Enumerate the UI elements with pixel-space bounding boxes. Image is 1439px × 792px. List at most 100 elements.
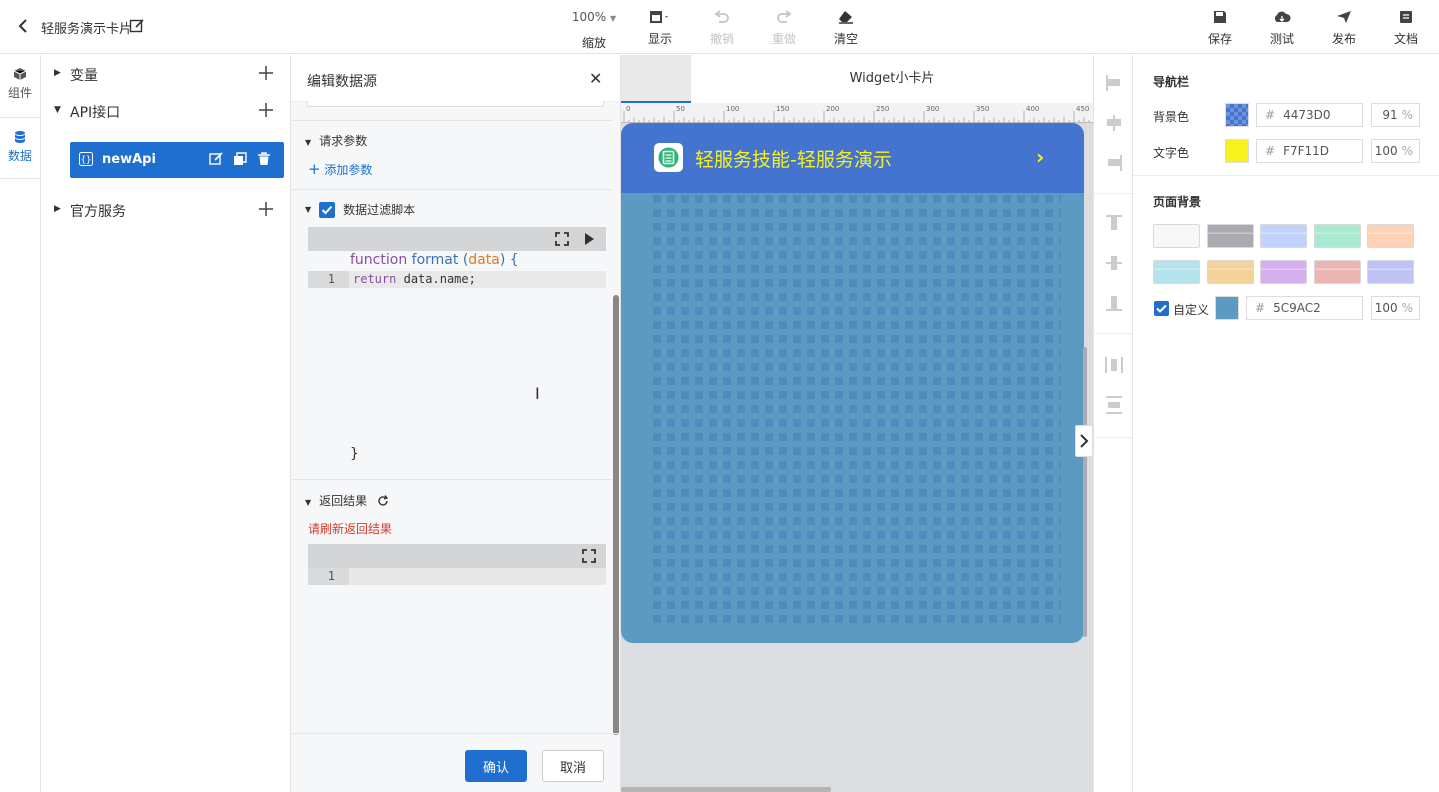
pattern-cell — [1003, 419, 1011, 427]
pattern-cell — [695, 251, 703, 259]
add-variable-icon[interactable] — [257, 62, 275, 84]
bg-swatch[interactable] — [1260, 224, 1307, 248]
fullscreen-icon[interactable] — [555, 232, 569, 250]
zoom-control[interactable]: 100% ▼ 缩放 — [566, 10, 622, 51]
card-navbar[interactable]: 轻服务技能-轻服务演示 › — [621, 123, 1084, 193]
rail-components[interactable]: 组件 — [0, 55, 40, 117]
bg-color-swatch[interactable] — [1225, 103, 1249, 127]
bg-swatch[interactable] — [1313, 260, 1361, 284]
bg-swatch[interactable] — [1367, 224, 1414, 248]
align-top-icon[interactable] — [1104, 213, 1124, 233]
section-request-params[interactable]: ▼ 请求参数 — [305, 132, 367, 149]
docs-button[interactable]: 文档 — [1376, 8, 1436, 47]
tree-variables[interactable]: ▶ 变量 — [41, 62, 290, 86]
code-editor[interactable]: function format (data) { 1 return data.n… — [308, 251, 606, 473]
pattern-cell — [891, 349, 899, 357]
rail-data[interactable]: 数据 — [0, 117, 40, 179]
copy-icon[interactable] — [233, 152, 247, 170]
pattern-cell — [975, 223, 983, 231]
text-opacity-input[interactable]: 100% — [1371, 139, 1420, 163]
run-icon[interactable] — [583, 232, 595, 250]
pattern-cell — [667, 293, 675, 301]
bg-swatch[interactable] — [1153, 260, 1200, 284]
pattern-cell — [1031, 195, 1039, 203]
redo-button[interactable]: 重做 — [754, 8, 814, 47]
pattern-cell — [1045, 209, 1053, 217]
filter-script-checkbox[interactable] — [319, 201, 336, 218]
bg-hex-input[interactable]: #4473D0 — [1256, 103, 1363, 127]
bg-swatch[interactable] — [1367, 260, 1414, 284]
trash-icon[interactable] — [257, 152, 271, 170]
test-button[interactable]: 测试 — [1252, 8, 1312, 47]
align-middle-icon[interactable] — [1104, 253, 1124, 273]
pattern-cell — [821, 545, 829, 553]
save-button[interactable]: 保存 — [1190, 8, 1250, 47]
pattern-cell — [723, 279, 731, 287]
pattern-cell — [779, 293, 787, 301]
bg-swatch[interactable] — [1153, 224, 1200, 248]
pattern-cell — [821, 391, 829, 399]
close-icon[interactable]: ✕ — [589, 69, 602, 88]
custom-hex-input[interactable]: #5C9AC2 — [1246, 296, 1363, 320]
refresh-icon[interactable] — [377, 495, 389, 510]
pattern-cell — [863, 517, 871, 525]
pattern-cell — [905, 321, 913, 329]
display-button[interactable]: 显示 — [630, 8, 690, 47]
distribute-v-icon[interactable] — [1104, 395, 1124, 415]
confirm-button[interactable]: 确认 — [465, 750, 527, 782]
bg-opacity-input[interactable]: 91% — [1371, 103, 1420, 127]
tree-api[interactable]: ▼ API接口 — [41, 99, 290, 123]
collapse-panel-button[interactable] — [1075, 425, 1093, 457]
fullscreen-icon[interactable] — [582, 549, 596, 567]
tab-widget-card[interactable]: Widget小卡片 — [691, 55, 1093, 103]
align-right-icon[interactable] — [1104, 153, 1124, 173]
align-center-h-icon[interactable] — [1104, 113, 1124, 133]
add-service-icon[interactable] — [257, 198, 275, 220]
widget-card[interactable]: 轻服务技能-轻服务演示 › — [621, 123, 1084, 643]
text-hex-input[interactable]: # F7F11D — [1256, 139, 1363, 163]
api-item-newapi[interactable]: {} newApi — [70, 142, 284, 178]
edit-title-icon[interactable] — [129, 18, 145, 34]
pattern-cell — [695, 545, 703, 553]
canvas-hscrollbar[interactable] — [621, 787, 831, 792]
text-color-swatch[interactable] — [1225, 139, 1249, 163]
back-arrow-icon[interactable] — [16, 17, 32, 35]
section-result[interactable]: ▼ 返回结果 — [305, 492, 389, 510]
pattern-cell — [961, 615, 969, 623]
distribute-h-icon[interactable] — [1104, 355, 1124, 375]
bg-swatch[interactable] — [1206, 224, 1254, 248]
add-api-icon[interactable] — [257, 99, 275, 121]
bg-swatch[interactable] — [1313, 224, 1361, 248]
add-param-link[interactable]: + 添加参数 — [308, 160, 372, 178]
cancel-button[interactable]: 取消 — [542, 750, 604, 782]
pattern-cell — [877, 209, 885, 217]
pattern-cell — [737, 265, 745, 273]
align-bottom-icon[interactable] — [1104, 293, 1124, 313]
canvas-scrollbar[interactable] — [1083, 347, 1087, 637]
pattern-cell — [891, 531, 899, 539]
pattern-cell — [933, 573, 941, 581]
pattern-cell — [1031, 307, 1039, 315]
chevron-right-icon[interactable]: › — [1036, 145, 1044, 169]
publish-button[interactable]: 发布 — [1314, 8, 1374, 47]
caret-down-icon[interactable]: ▼ — [305, 205, 311, 214]
bg-swatch[interactable] — [1260, 260, 1307, 284]
bg-swatch[interactable] — [1206, 260, 1254, 284]
edit-icon[interactable] — [209, 152, 223, 170]
chevron-down-icon: ▼ — [609, 14, 617, 23]
pattern-cell — [933, 307, 941, 315]
pattern-cell — [891, 321, 899, 329]
custom-bg-checkbox[interactable] — [1154, 301, 1169, 316]
clear-button[interactable]: 清空 — [816, 8, 876, 47]
undo-button[interactable]: 撤销 — [692, 8, 752, 47]
result-viewer[interactable]: 1 — [308, 568, 606, 585]
panel-scrollbar[interactable] — [613, 295, 619, 735]
pattern-cell — [723, 265, 731, 273]
tree-official-services[interactable]: ▶ 官方服务 — [41, 198, 290, 222]
custom-opacity-input[interactable]: 100% — [1371, 296, 1420, 320]
pattern-cell — [919, 419, 927, 427]
pattern-cell — [723, 321, 731, 329]
align-left-icon[interactable] — [1104, 73, 1124, 93]
custom-color-swatch[interactable] — [1215, 296, 1239, 320]
tab-blank[interactable] — [621, 55, 691, 103]
